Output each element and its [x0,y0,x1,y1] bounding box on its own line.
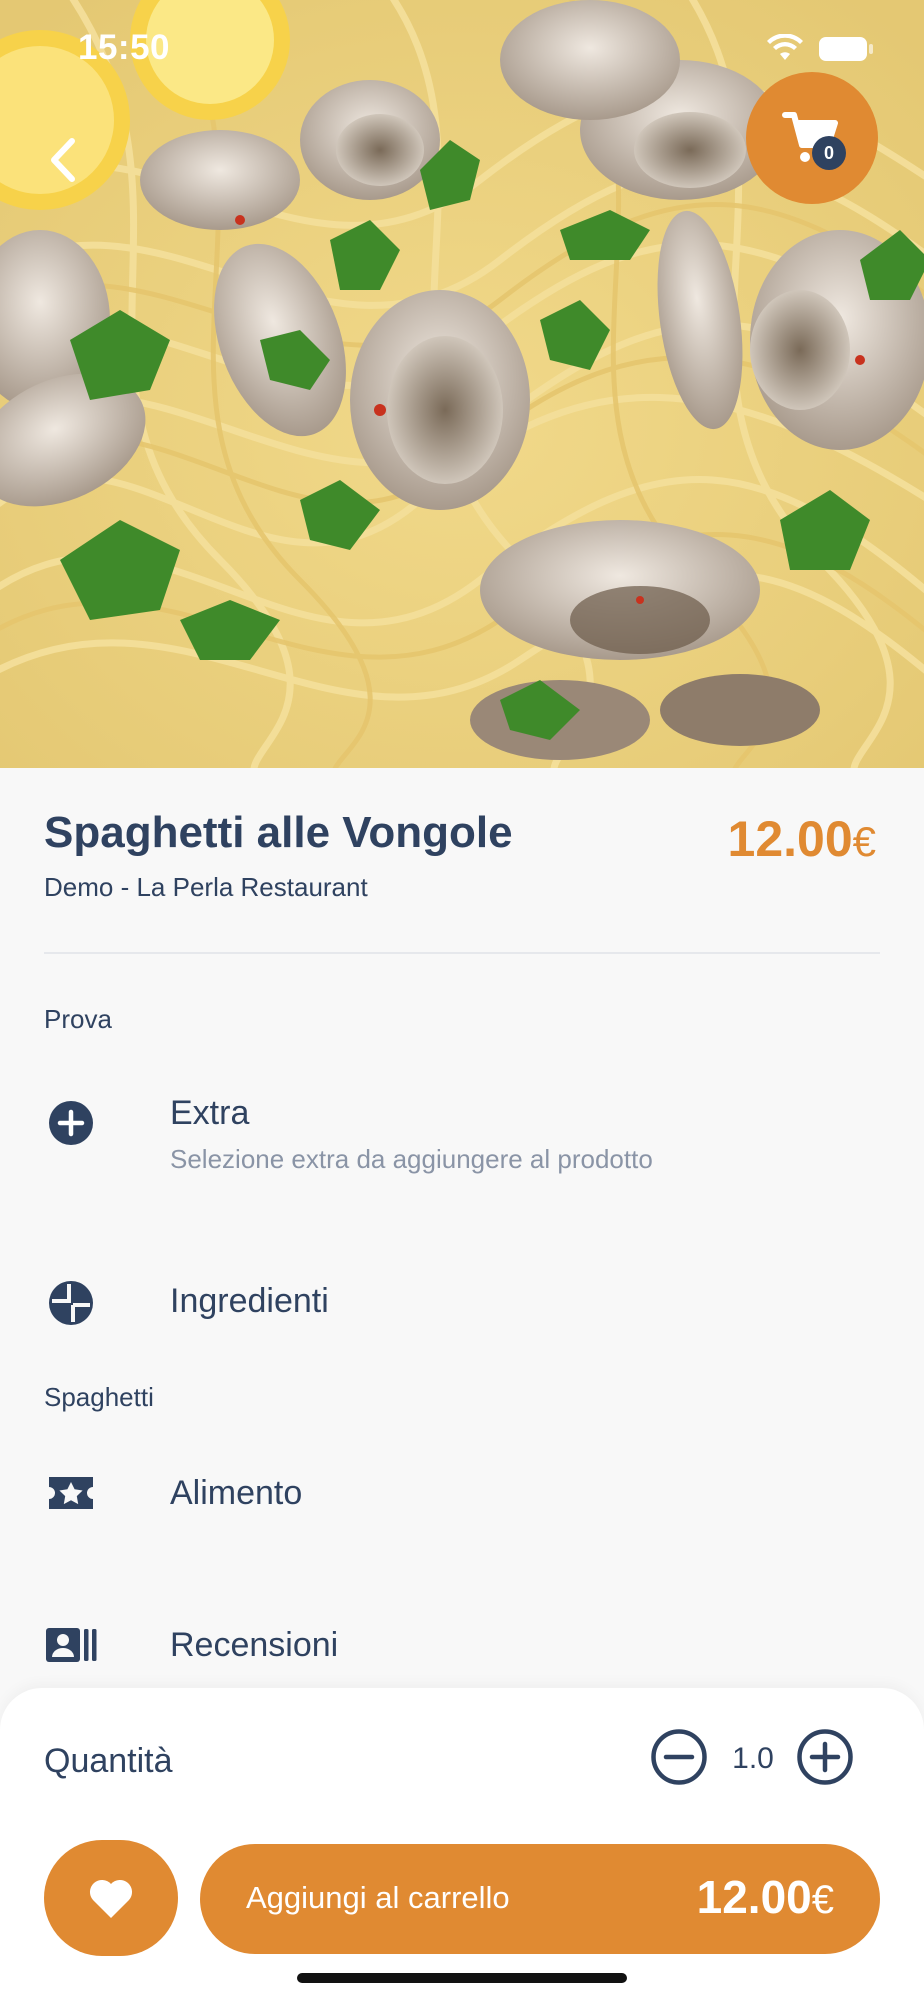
chevron-left-icon [51,138,75,182]
quantity-increase-button[interactable] [796,1728,854,1791]
battery-icon [819,37,873,61]
product-price: 12.00 € [728,810,876,868]
favorite-button[interactable] [44,1840,178,1956]
section-label-prova: Prova [44,1004,112,1034]
add-to-cart-price-currency: € [811,1878,834,1922]
divider [44,952,880,954]
id-card-icon [44,1618,98,1672]
add-to-cart-price-value: 12.00 [696,1871,812,1923]
cart-button[interactable]: 0 [746,72,878,204]
option-subtitle-extra: Selezione extra da aggiungere al prodott… [170,1144,653,1174]
product-price-value: 12.00 [727,811,853,867]
add-to-cart-button[interactable]: Aggiungi al carrello 12.00 € [200,1844,880,1954]
section-label-spaghetti: Spaghetti [44,1382,154,1412]
wifi-icon [767,34,803,60]
product-price-currency: € [852,818,876,865]
minus-circle-icon [651,1729,707,1785]
plus-circle-outline-icon [797,1729,853,1785]
home-indicator [297,1973,627,1983]
quantity-value: 1.0 [732,1742,774,1775]
product-image: 15:50 0 [0,0,924,768]
cart-count-badge: 0 [812,136,846,170]
ticket-star-icon [44,1466,98,1520]
pie-chart-icon [44,1276,98,1330]
option-title-extra: Extra [170,1094,250,1132]
quantity-label: Quantità [44,1742,173,1780]
option-title-ingredienti: Ingredienti [170,1282,329,1320]
plus-circle-icon [44,1096,98,1150]
restaurant-name: Demo - La Perla Restaurant [44,872,368,902]
heart-icon [89,1879,133,1918]
bottom-sheet: Quantità 1.0 Aggiungi al carrello 12.00 € [0,1688,924,2000]
add-to-cart-label: Aggiungi al carrello [246,1880,510,1915]
option-title-recensioni: Recensioni [170,1626,339,1664]
option-title-alimento: Alimento [170,1474,303,1512]
back-button[interactable] [38,130,88,190]
product-title: Spaghetti alle Vongole [44,808,513,857]
add-to-cart-price: 12.00 € [697,1870,834,1924]
status-time: 15:50 [78,28,171,67]
quantity-decrease-button[interactable] [650,1728,708,1791]
